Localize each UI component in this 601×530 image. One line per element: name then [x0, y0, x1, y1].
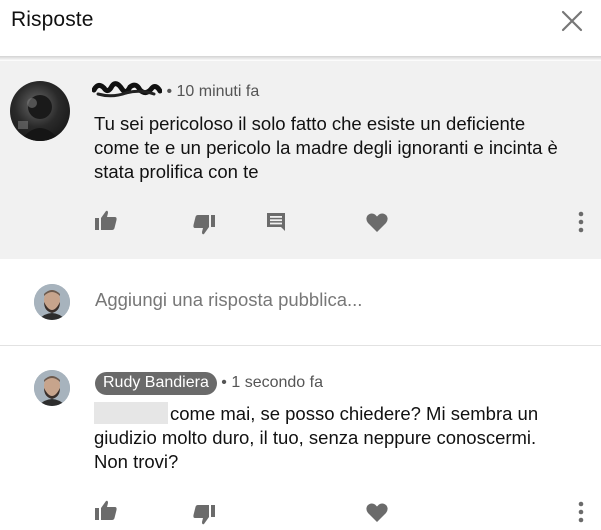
dislike-icon — [193, 215, 215, 235]
more-icon — [578, 211, 584, 233]
user-avatar-photo — [34, 370, 70, 406]
avatar[interactable] — [10, 81, 70, 141]
reply-text-block: come mai, se posso chiedere? Mi sembra u… — [94, 402, 574, 474]
page-title: Risposte — [11, 8, 94, 31]
avatar[interactable] — [34, 370, 70, 406]
reply-input[interactable]: Aggiungi una risposta pubblica... — [95, 289, 362, 311]
redacted-username — [92, 81, 162, 98]
comment-text: Tu sei pericoloso il solo fatto che esis… — [94, 113, 558, 182]
reply-time: • 1 secondo fa — [221, 374, 323, 391]
like-button[interactable] — [92, 206, 120, 234]
reply-icon — [267, 213, 285, 231]
dislike-icon — [193, 505, 215, 525]
like-icon — [95, 500, 117, 520]
close-button[interactable] — [557, 6, 587, 36]
author-chip[interactable]: Rudy Bandiera — [95, 372, 217, 395]
heart-button[interactable] — [363, 208, 391, 236]
avatar — [34, 284, 70, 320]
heart-icon — [366, 503, 388, 522]
more-options-button[interactable] — [567, 498, 595, 526]
replies-header: Risposte — [0, 0, 601, 56]
comment-time: • 10 minuti fa — [166, 83, 260, 100]
redacted-mention — [94, 402, 168, 424]
heart-icon — [366, 213, 388, 232]
dislike-button[interactable] — [190, 501, 218, 529]
dislike-button[interactable] — [190, 211, 218, 239]
reply-meta: Rudy Bandiera • 1 secondo fa — [95, 372, 323, 395]
comment-meta: • 10 minuti fa — [92, 81, 260, 101]
like-button[interactable] — [92, 496, 120, 524]
avatar-photo — [18, 95, 60, 141]
heart-button[interactable] — [363, 498, 391, 526]
more-icon — [578, 501, 584, 523]
like-icon — [95, 210, 117, 230]
close-icon — [561, 10, 583, 32]
more-options-button[interactable] — [567, 208, 595, 236]
reply-button[interactable] — [262, 208, 290, 236]
user-avatar-photo — [34, 284, 70, 320]
divider — [0, 345, 601, 346]
